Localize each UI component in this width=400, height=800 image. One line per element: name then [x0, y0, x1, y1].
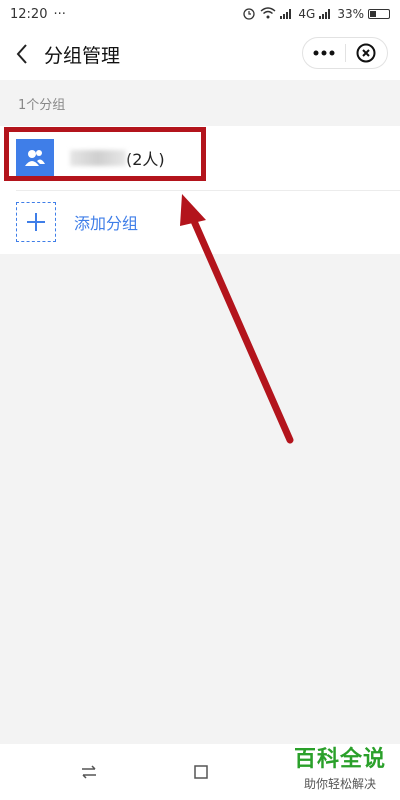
back-icon[interactable] — [0, 28, 44, 80]
page-title: 分组管理 — [44, 44, 121, 67]
signal-icon — [280, 9, 294, 19]
title-bar: 分组管理 — [0, 28, 400, 80]
watermark-subtitle: 助你轻松解决 — [303, 777, 376, 791]
status-bar: 12:20 ··· 4G 33% — [0, 0, 400, 28]
watermark-logo: 百科全说 助你轻松解决 — [294, 741, 386, 792]
watermark-title: 百科全说 — [293, 747, 386, 772]
mini-program-capsule — [302, 37, 388, 69]
annotation-highlight-box — [4, 127, 206, 181]
switch-icon[interactable] — [79, 762, 99, 782]
group-count-label: 1个分组 — [18, 97, 66, 113]
battery-icon — [368, 9, 390, 19]
battery-percent: 33% — [337, 7, 364, 21]
alarm-icon — [242, 6, 256, 23]
home-square-icon[interactable] — [191, 762, 211, 782]
network-type: 4G — [298, 7, 316, 21]
more-dots-icon[interactable] — [303, 38, 345, 68]
wifi-icon — [260, 6, 276, 22]
status-time: 12:20 — [10, 6, 48, 22]
status-overflow: ··· — [53, 6, 66, 22]
signal-icon-2 — [319, 9, 333, 19]
plus-icon — [16, 202, 56, 242]
add-group-button[interactable]: 添加分组 — [0, 190, 400, 254]
add-group-label: 添加分组 — [74, 214, 139, 233]
close-circle-icon[interactable] — [345, 38, 387, 68]
